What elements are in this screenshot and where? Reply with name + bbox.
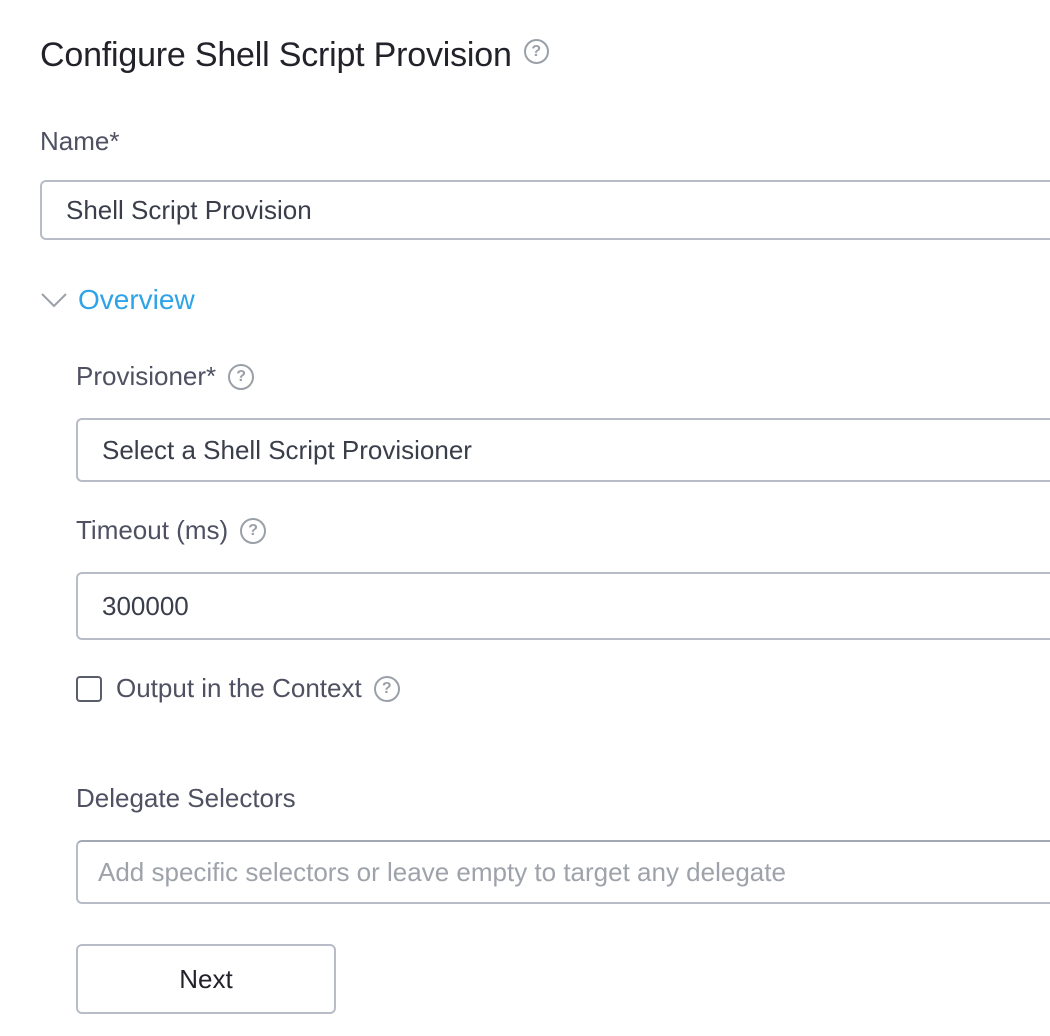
overview-label: Overview <box>78 284 195 315</box>
question-circle-icon[interactable]: ? <box>523 39 549 64</box>
delegate-selectors-label: Delegate Selectors <box>76 783 296 814</box>
timeout-input[interactable]: 300000 <box>76 572 1050 640</box>
question-circle-icon[interactable]: ? <box>228 363 255 390</box>
timeout-label-text: Timeout (ms) <box>76 515 229 545</box>
next-button[interactable]: Next <box>76 944 336 1014</box>
name-input-value: Shell Script Provision <box>66 194 312 225</box>
name-label: Name* <box>40 126 119 157</box>
dialog-header: Configure Shell Script Provision ? <box>40 36 549 75</box>
provisioner-select-value: Select a Shell Script Provisioner <box>102 434 472 465</box>
question-circle-icon[interactable]: ? <box>373 675 400 702</box>
timeout-input-value: 300000 <box>102 590 189 621</box>
delegate-selectors-placeholder: Add specific selectors or leave empty to… <box>98 856 786 887</box>
delegate-selectors-input[interactable]: Add specific selectors or leave empty to… <box>76 840 1050 904</box>
next-button-label: Next <box>179 963 233 994</box>
output-in-context-option[interactable]: Output in the Context ? <box>76 673 400 704</box>
delegate-selectors-label-text: Delegate Selectors <box>76 783 296 813</box>
question-circle-icon[interactable]: ? <box>240 517 267 544</box>
name-input[interactable]: Shell Script Provision <box>40 180 1050 240</box>
overview-section-toggle[interactable]: Overview <box>40 284 195 316</box>
provisioner-select[interactable]: Select a Shell Script Provisioner <box>76 418 1050 482</box>
provisioner-label-text: Provisioner* <box>76 361 217 391</box>
chevron-down-icon <box>40 286 68 314</box>
name-label-text: Name* <box>40 126 120 156</box>
configure-shell-script-dialog: Configure Shell Script Provision ? Name*… <box>0 0 1050 1036</box>
output-in-context-label: Output in the Context <box>116 673 362 703</box>
page-title: Configure Shell Script Provision <box>40 36 512 74</box>
provisioner-label: Provisioner* ? <box>76 361 255 392</box>
timeout-label: Timeout (ms) ? <box>76 515 267 546</box>
output-in-context-checkbox[interactable] <box>76 675 102 702</box>
